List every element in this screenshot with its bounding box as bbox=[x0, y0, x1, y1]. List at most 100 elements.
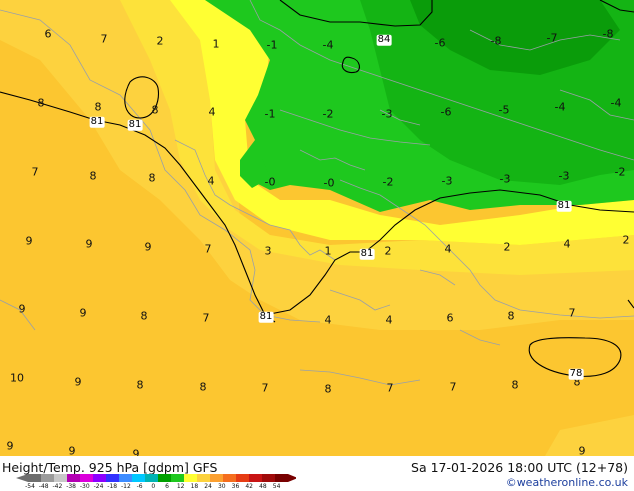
scale-tick-label: 42 bbox=[245, 483, 254, 490]
temp-label: 4 bbox=[385, 313, 393, 327]
temp-label: -3 bbox=[381, 107, 393, 121]
scale-tick-label: 0 bbox=[151, 483, 156, 490]
temp-label: 2 bbox=[384, 244, 392, 258]
scale-swatch bbox=[119, 474, 132, 482]
temp-label: 4 bbox=[324, 313, 332, 327]
scale-arrow-left bbox=[16, 474, 28, 482]
temp-label: 2 bbox=[622, 233, 630, 247]
temp-label: 8 bbox=[37, 96, 45, 110]
scale-tick-label: 48 bbox=[259, 483, 267, 490]
temp-label: 8 bbox=[511, 378, 519, 392]
scale-tick-label: -6 bbox=[136, 483, 143, 490]
scale-swatch bbox=[184, 474, 197, 482]
temp-label: 6 bbox=[44, 27, 52, 41]
temp-label: 9 bbox=[25, 234, 33, 248]
temp-label: -5 bbox=[498, 103, 510, 117]
scale-swatch bbox=[210, 474, 223, 482]
temp-label: 8 bbox=[94, 100, 102, 114]
temp-label: 7 bbox=[31, 165, 39, 179]
temp-label: 4 bbox=[208, 105, 216, 119]
scale-tick-label: 24 bbox=[204, 483, 212, 490]
temp-label: 7 bbox=[568, 306, 576, 320]
temp-label: 3 bbox=[264, 244, 272, 258]
temp-label: 8 bbox=[199, 380, 207, 394]
scale-swatch bbox=[132, 474, 145, 482]
temp-label: 9 bbox=[74, 375, 82, 389]
scale-swatch bbox=[28, 474, 41, 482]
scale-tick-label: 18 bbox=[190, 483, 199, 490]
scale-swatch bbox=[93, 474, 106, 482]
scale-swatch bbox=[54, 474, 67, 482]
weather-map: 6 7 2 1 -1 -4 -6 -8 -7 -8 8 8 8 8 4 -1 -… bbox=[0, 0, 634, 456]
temp-label: -1 bbox=[266, 38, 278, 52]
credit-link[interactable]: ©weatheronline.co.uk bbox=[506, 476, 628, 489]
temp-label: 7 bbox=[386, 381, 394, 395]
temp-label: 8 bbox=[324, 382, 332, 396]
scale-tick-label: -24 bbox=[93, 483, 104, 490]
scale-tick-label: -38 bbox=[66, 483, 76, 490]
temp-label: -6 bbox=[434, 36, 446, 50]
scale-tick-label: -42 bbox=[52, 483, 63, 490]
temp-label: -0 bbox=[264, 175, 276, 189]
temp-label: 8 bbox=[136, 378, 144, 392]
temp-label: 1 bbox=[212, 37, 220, 51]
temp-label: -0 bbox=[323, 176, 335, 190]
scale-tick-label: 36 bbox=[231, 483, 240, 490]
temp-label: -1 bbox=[264, 107, 276, 121]
scale-tick-label: -12 bbox=[120, 483, 131, 490]
temp-label: 7 bbox=[449, 380, 457, 394]
temp-label: 10 bbox=[10, 371, 24, 385]
temp-label: 1 bbox=[324, 244, 332, 258]
height-label: 84 bbox=[376, 33, 392, 46]
temp-label: 8 bbox=[151, 103, 159, 117]
scale-swatch bbox=[80, 474, 93, 482]
scale-swatch bbox=[106, 474, 119, 482]
scale-swatch bbox=[262, 474, 275, 482]
scale-tick-label: -18 bbox=[107, 483, 118, 490]
scale-swatch bbox=[249, 474, 262, 482]
scale-swatch bbox=[158, 474, 171, 482]
height-label: 81 bbox=[89, 115, 105, 128]
map-footer: Height/Temp. 925 hPa [gdpm] GFS Sa 17-01… bbox=[0, 456, 634, 490]
scale-swatch bbox=[275, 474, 288, 482]
temp-label: 9 bbox=[6, 439, 14, 453]
temp-label: 9 bbox=[144, 240, 152, 254]
temp-label: -6 bbox=[440, 105, 452, 119]
temp-label: 8 bbox=[148, 171, 156, 185]
temp-label: 2 bbox=[503, 240, 511, 254]
valid-datetime: Sa 17-01-2026 18:00 UTC (12+78) bbox=[411, 460, 628, 475]
scale-swatch bbox=[236, 474, 249, 482]
temp-label: -7 bbox=[546, 31, 558, 45]
height-label: 78 bbox=[568, 367, 584, 380]
temp-label: -2 bbox=[322, 107, 334, 121]
temp-label: 4 bbox=[444, 242, 452, 256]
temp-label: 7 bbox=[261, 381, 269, 395]
scale-swatch bbox=[197, 474, 210, 482]
temp-label: 8 bbox=[140, 309, 148, 323]
scale-tick-label: 12 bbox=[176, 483, 185, 490]
height-label: 81 bbox=[556, 199, 572, 212]
scale-tick-label: 30 bbox=[217, 483, 226, 490]
scale-tick-label: 54 bbox=[272, 483, 281, 490]
scale-tick-label: -48 bbox=[38, 483, 49, 490]
temp-label: -3 bbox=[558, 169, 570, 183]
temp-label: 8 bbox=[507, 309, 515, 323]
temp-label: 9 bbox=[578, 444, 586, 457]
temp-label: 4 bbox=[207, 174, 215, 188]
scale-arrow-right bbox=[288, 474, 296, 482]
temp-label: -3 bbox=[441, 174, 453, 188]
temp-label: 2 bbox=[156, 34, 164, 48]
scale-swatch bbox=[67, 474, 80, 482]
temp-label: 7 bbox=[202, 311, 210, 325]
scale-swatch bbox=[145, 474, 158, 482]
temp-label: -8 bbox=[490, 34, 502, 48]
temp-label: -8 bbox=[602, 27, 614, 41]
temp-label: 7 bbox=[204, 242, 212, 256]
temp-label: 6 bbox=[446, 311, 454, 325]
scale-tick-label: 6 bbox=[165, 483, 169, 490]
scale-swatch bbox=[171, 474, 184, 482]
temp-label: 7 bbox=[100, 32, 108, 46]
scale-swatch bbox=[41, 474, 54, 482]
temp-label: 9 bbox=[79, 306, 87, 320]
temp-label: -4 bbox=[554, 100, 566, 114]
